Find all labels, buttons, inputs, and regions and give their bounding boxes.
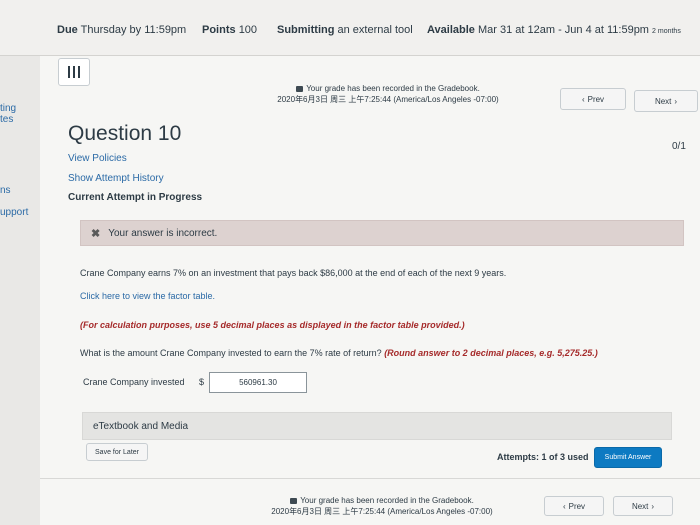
chevron-left-icon: ‹ [581,94,585,104]
footer-next-button[interactable]: Next › [613,496,673,516]
prev-button[interactable]: ‹ Prev [560,88,626,110]
lock-icon [296,85,304,92]
footer-divider [40,478,700,479]
points-field: Points 100 [202,24,258,36]
show-attempt-history-link[interactable]: Show Attempt History [68,173,164,184]
question-prompt: Crane Company earns 7% on an investment … [80,268,507,278]
next-button[interactable]: Next › [634,90,698,112]
etextbook-and-media-toggle[interactable]: eTextbook and Media [82,412,672,440]
assignment-details-bar: Due Thursday by 11:59pm Points 100 Submi… [0,0,700,56]
close-x-icon: ✖ [91,227,101,240]
chevron-right-icon: › [674,96,678,106]
sidebar-item-fragment[interactable]: ns [0,185,11,196]
sidebar-item-fragment[interactable]: tes [0,114,13,125]
currency-symbol: $ [199,377,205,387]
save-for-later-button[interactable]: Save for Later [86,443,148,461]
invested-amount-input[interactable] [209,372,307,393]
view-policies-link[interactable]: View Policies [68,153,127,164]
factor-table-link[interactable]: Click here to view the factor table. [80,291,215,301]
gradebook-status-note: Your grade has been recorded in the Grad… [277,84,499,104]
chevron-left-icon: ‹ [562,501,566,511]
attempts-counter: Attempts: 1 of 3 used [497,452,589,462]
sidebar-item-fragment[interactable]: ting [0,103,16,114]
question-title: Question 10 [68,122,182,145]
incorrect-feedback-banner: ✖ Your answer is incorrect. [80,220,684,246]
footer-prev-button[interactable]: ‹ Prev [544,496,604,516]
submitting-field: Submitting an external tool [277,24,413,36]
etextbook-label: eTextbook and Media [93,420,189,432]
hamburger-icon [68,66,80,78]
lock-icon [290,497,298,504]
available-field: Available Mar 31 at 12am - Jun 4 at 11:5… [427,24,681,36]
due-field: Due Thursday by 11:59pm [57,24,187,36]
menu-button[interactable] [58,58,90,86]
calculation-note: (For calculation purposes, use 5 decimal… [80,320,465,330]
sidebar-item-fragment[interactable]: upport [0,207,28,218]
chevron-right-icon: › [651,501,655,511]
submit-answer-button[interactable]: Submit Answer [594,447,662,468]
question-ask: What is the amount Crane Company investe… [80,348,598,358]
question-score: 0/1 [672,141,686,152]
answer-label: Crane Company invested [83,377,185,387]
attempt-status: Current Attempt in Progress [68,192,203,203]
footer-gradebook-note: Your grade has been recorded in the Grad… [271,496,493,516]
feedback-text: Your answer is incorrect. [108,227,218,239]
